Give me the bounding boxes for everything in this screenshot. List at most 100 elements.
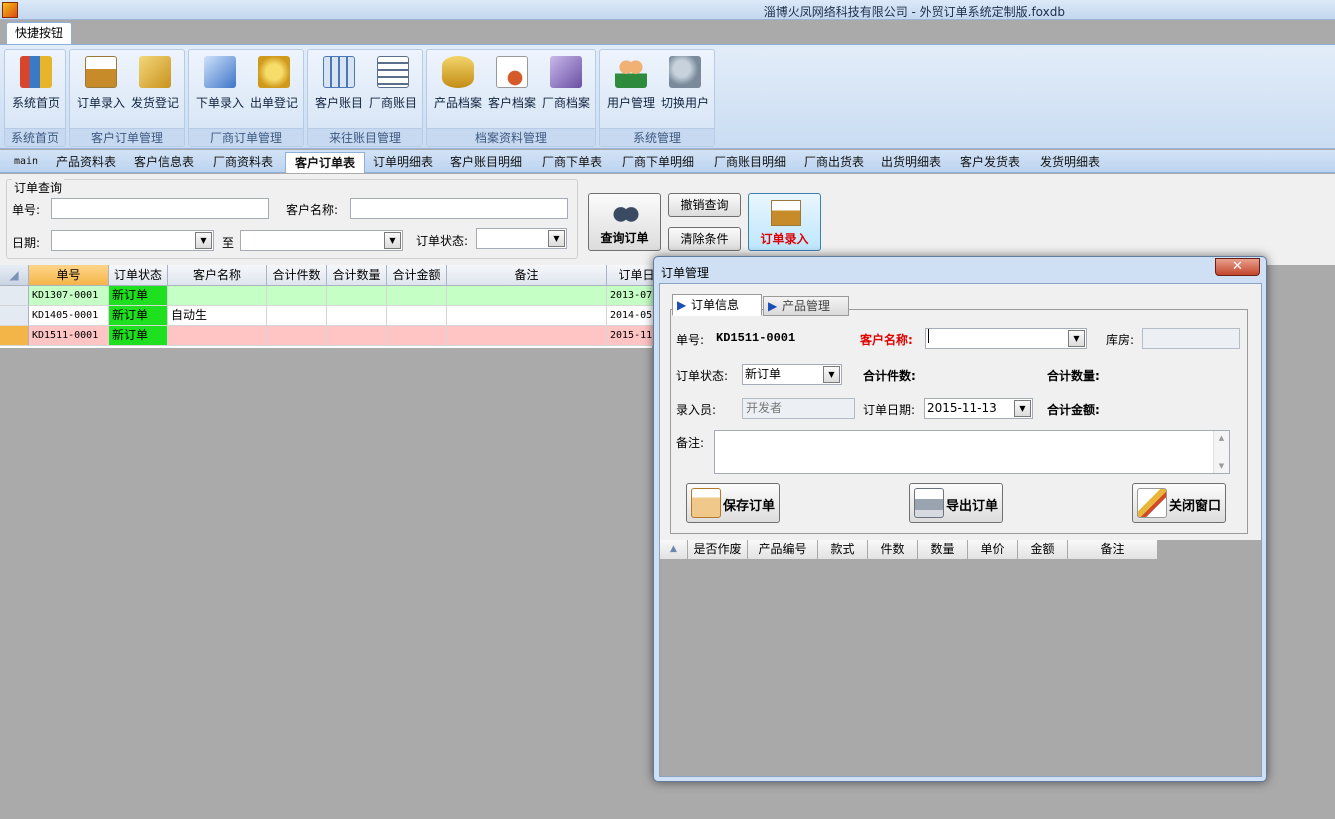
col-product-code[interactable]: 产品编号 — [748, 540, 818, 560]
chevron-down-icon[interactable]: ▼ — [548, 230, 565, 247]
status-select[interactable]: 新订单 ▼ — [742, 364, 842, 385]
date-from-picker[interactable]: ▼ — [51, 230, 214, 251]
entered-by-field[interactable]: 开发者 — [742, 398, 855, 419]
table-cell[interactable] — [168, 286, 267, 306]
monitor-icon — [550, 56, 582, 88]
place-order-button[interactable]: 下单录入 — [193, 52, 247, 124]
tab-order-details[interactable]: 订单明细表 — [367, 152, 439, 173]
col-style[interactable]: 款式 — [818, 540, 868, 560]
date-to-picker[interactable]: ▼ — [240, 230, 403, 251]
customer-account-button[interactable]: 客户账目 — [312, 52, 366, 124]
tab-product-info[interactable]: 产品资料表 — [48, 152, 124, 173]
table-cell[interactable]: 新订单 — [109, 286, 168, 306]
tab-vendor-info[interactable]: 厂商资料表 — [204, 152, 282, 173]
detail-corner[interactable]: ▲ — [660, 540, 688, 560]
col-amount[interactable]: 金额 — [1018, 540, 1068, 560]
col-void[interactable]: 是否作废 — [688, 540, 748, 560]
customer-archive-button[interactable]: 客户档案 — [485, 52, 539, 124]
save-order-button[interactable]: 保存订单 — [686, 483, 780, 523]
table-cell[interactable] — [327, 306, 387, 326]
table-cell[interactable] — [447, 286, 607, 306]
clear-conditions-button[interactable]: 清除条件 — [668, 227, 741, 251]
table-cell[interactable] — [327, 326, 387, 346]
col-total-qty[interactable]: 合计数量 — [327, 265, 387, 286]
issue-register-button[interactable]: 出单登记 — [247, 52, 301, 124]
table-cell[interactable]: 新订单 — [109, 306, 168, 326]
table-cell[interactable]: KD1511-0001 — [29, 326, 109, 346]
ribbon-tab-shortcuts[interactable]: 快捷按钮 — [6, 22, 72, 44]
chevron-down-icon[interactable]: ▼ — [1014, 400, 1031, 417]
switch-user-button[interactable]: 切换用户 — [658, 52, 712, 124]
row-selector[interactable] — [0, 286, 29, 306]
col-unit-price[interactable]: 单价 — [968, 540, 1018, 560]
chevron-down-icon[interactable]: ▼ — [823, 366, 840, 383]
home-button[interactable]: 系统首页 — [7, 52, 65, 124]
col-total-pieces[interactable]: 合计件数 — [267, 265, 327, 286]
tab-vendor-account-details[interactable]: 厂商账目明细 — [705, 152, 795, 173]
order-date-value: 2015-11-13 — [927, 401, 997, 415]
col-quantity[interactable]: 数量 — [918, 540, 968, 560]
table-cell[interactable] — [387, 306, 447, 326]
col-pieces[interactable]: 件数 — [868, 540, 918, 560]
customer-name-input[interactable] — [350, 198, 568, 219]
order-date-picker[interactable]: 2015-11-13 ▼ — [924, 398, 1033, 419]
customer-name-select[interactable]: ▼ — [925, 328, 1087, 349]
shipping-register-button[interactable]: 发货登记 — [128, 52, 182, 124]
tab-vendor-orders[interactable]: 厂商下单表 — [533, 152, 611, 173]
scrollbar[interactable]: ▲ ▼ — [1213, 431, 1229, 473]
tab-vendor-order-details[interactable]: 厂商下单明细 — [613, 152, 703, 173]
table-cell[interactable] — [267, 306, 327, 326]
tab-main[interactable]: main — [6, 152, 46, 173]
status-select[interactable]: ▼ — [476, 228, 567, 249]
table-cell[interactable]: 自动生 — [168, 306, 267, 326]
close-icon[interactable]: ✕ — [1215, 258, 1260, 276]
customer-name-value — [928, 329, 929, 343]
table-cell[interactable]: KD1405-0001 — [29, 306, 109, 326]
tab-customer-orders[interactable]: 客户订单表 — [285, 152, 365, 173]
product-archive-button[interactable]: 产品档案 — [431, 52, 485, 124]
col-status[interactable]: 订单状态 — [109, 265, 168, 286]
table-cell[interactable] — [447, 326, 607, 346]
table-cell[interactable] — [267, 326, 327, 346]
table-cell[interactable]: KD1307-0001 — [29, 286, 109, 306]
dialog-title: 订单管理 — [661, 266, 710, 280]
tab-delivery-details[interactable]: 发货明细表 — [1031, 152, 1109, 173]
warehouse-field[interactable] — [1142, 328, 1240, 349]
chevron-down-icon[interactable]: ▼ — [384, 232, 401, 249]
select-all-corner[interactable]: ◢ — [0, 265, 29, 286]
vendor-archive-button[interactable]: 厂商档案 — [539, 52, 593, 124]
table-cell[interactable] — [387, 286, 447, 306]
table-cell[interactable] — [168, 326, 267, 346]
tab-customer-info[interactable]: 客户信息表 — [126, 152, 202, 173]
tab-shipping-details[interactable]: 出货明细表 — [873, 152, 949, 173]
table-cell[interactable]: 新订单 — [109, 326, 168, 346]
tab-vendor-shipping[interactable]: 厂商出货表 — [797, 152, 871, 173]
col-customer[interactable]: 客户名称 — [168, 265, 267, 286]
order-entry-button[interactable]: 订单录入 — [74, 52, 128, 124]
row-selector[interactable] — [0, 326, 29, 346]
close-window-button[interactable]: 关闭窗口 — [1132, 483, 1226, 523]
table-cell[interactable] — [327, 286, 387, 306]
export-order-button[interactable]: 导出订单 — [909, 483, 1003, 523]
order-entry-query-button[interactable]: 订单录入 — [748, 193, 821, 251]
tab-order-info[interactable]: ▶ 订单信息 — [672, 294, 762, 316]
note-textarea[interactable]: ▲ ▼ — [714, 430, 1230, 474]
table-cell[interactable] — [387, 326, 447, 346]
tab-customer-account-details[interactable]: 客户账目明细 — [441, 152, 531, 173]
vendor-account-button[interactable]: 厂商账目 — [366, 52, 420, 124]
col-total-amount[interactable]: 合计金额 — [387, 265, 447, 286]
tab-customer-delivery[interactable]: 客户发货表 — [951, 152, 1029, 173]
chevron-down-icon[interactable]: ▼ — [1068, 330, 1085, 347]
tab-product-management[interactable]: ▶ 产品管理 — [763, 296, 849, 316]
chevron-down-icon[interactable]: ▼ — [195, 232, 212, 249]
table-cell[interactable] — [447, 306, 607, 326]
user-management-button[interactable]: 用户管理 — [604, 52, 658, 124]
col-note[interactable]: 备注 — [447, 265, 607, 286]
row-selector[interactable] — [0, 306, 29, 326]
table-cell[interactable] — [267, 286, 327, 306]
cancel-query-button[interactable]: 撤销查询 — [668, 193, 741, 217]
col-order-no[interactable]: 单号 — [29, 265, 109, 286]
col-detail-note[interactable]: 备注 — [1068, 540, 1158, 560]
order-no-input[interactable] — [51, 198, 269, 219]
search-order-button[interactable]: 查询订单 — [588, 193, 661, 251]
